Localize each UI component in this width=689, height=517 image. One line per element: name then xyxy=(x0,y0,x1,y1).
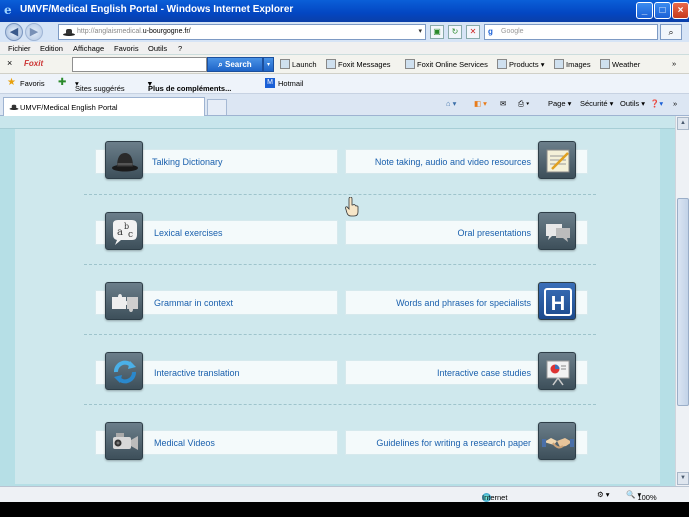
notepad-icon[interactable] xyxy=(538,141,576,179)
top-strip xyxy=(0,116,675,129)
mail-icon[interactable]: ✉ xyxy=(500,99,506,108)
google-icon: g xyxy=(488,27,493,36)
favorites-button[interactable]: Favoris xyxy=(20,79,45,88)
handshake-icon[interactable] xyxy=(538,422,576,460)
launch-icon xyxy=(280,59,290,69)
menu-favoris[interactable]: Favoris xyxy=(114,44,139,53)
maximize-button[interactable]: □ xyxy=(654,2,671,19)
menu-affichage[interactable]: Affichage xyxy=(73,44,104,53)
protected-mode-icon[interactable]: ⚙ ▾ xyxy=(597,490,610,499)
row-divider xyxy=(84,264,596,265)
row-divider xyxy=(84,334,596,335)
menu-help[interactable]: ? xyxy=(178,44,182,53)
foxit-weather[interactable]: Weather xyxy=(600,59,640,69)
refresh-arrows-icon[interactable] xyxy=(105,352,143,390)
new-tab-button[interactable] xyxy=(207,99,227,115)
address-bar[interactable]: http://anglaismedical.u-bourgogne.fr/ ▾ xyxy=(58,24,426,40)
hotmail-link[interactable]: Hotmail xyxy=(278,79,303,88)
window-title: UMVF/Medical English Portal - Windows In… xyxy=(20,4,294,15)
scroll-down-icon[interactable]: ▼ xyxy=(677,472,689,485)
vertical-scrollbar[interactable]: ▲ ▼ xyxy=(675,116,689,486)
print-icon[interactable]: ⎙ ▾ xyxy=(518,99,529,109)
compatibility-view-icon[interactable]: ▣ xyxy=(430,25,444,39)
status-bar: Internet ⚙ ▾ 🔍 100% ▾ xyxy=(0,486,689,502)
svg-text:a: a xyxy=(117,227,123,238)
foxit-search-dropdown[interactable]: ▾ xyxy=(263,57,274,72)
products-icon xyxy=(497,59,507,69)
page-content: Talking Dictionary Note taking, audio an… xyxy=(0,116,675,486)
online-services-icon xyxy=(405,59,415,69)
foxit-search-button[interactable]: ⌕ Search xyxy=(207,57,263,72)
foxit-launch[interactable]: Launch xyxy=(280,59,317,69)
page-menu[interactable]: Page ▾ xyxy=(548,99,571,108)
commandbar-overflow-icon[interactable]: » xyxy=(673,99,677,108)
row-divider xyxy=(84,404,596,405)
forward-button[interactable]: ▶ xyxy=(25,23,43,41)
messages-icon xyxy=(326,59,336,69)
home-icon[interactable]: ⌂ ▾ xyxy=(446,99,456,108)
help-icon[interactable]: ❓▾ xyxy=(650,99,663,108)
more-addons[interactable]: Plus de compléments... ▾ xyxy=(148,79,231,93)
menu-bar: Fichier Edition Affichage Favoris Outils… xyxy=(0,42,689,55)
weather-icon xyxy=(600,59,610,69)
foxit-logo[interactable]: Foxit xyxy=(24,59,43,68)
menu-edition[interactable]: Edition xyxy=(40,44,63,53)
add-favorite-icon[interactable]: ✚ xyxy=(58,77,66,88)
feeds-icon[interactable]: ◧ ▾ xyxy=(474,99,487,108)
presentation-board-icon[interactable] xyxy=(538,352,576,390)
speech-bubbles-icon[interactable] xyxy=(538,212,576,250)
zoom-level[interactable]: 🔍 100% ▾ xyxy=(626,490,657,502)
menu-outils[interactable]: Outils xyxy=(148,44,167,53)
tab-favicon-icon xyxy=(9,104,19,110)
refresh-icon[interactable]: ↻ xyxy=(448,25,462,39)
foxit-products[interactable]: Products ▾ xyxy=(497,59,544,69)
scroll-up-icon[interactable]: ▲ xyxy=(677,117,689,130)
bowler-hat-icon[interactable] xyxy=(105,141,143,179)
puzzle-pieces-icon[interactable] xyxy=(105,282,143,320)
menu-fichier[interactable]: Fichier xyxy=(8,44,31,53)
hospital-sign-icon[interactable]: H xyxy=(538,282,576,320)
search-button[interactable]: ⌕ xyxy=(660,24,682,40)
minimize-button[interactable]: _ xyxy=(636,2,653,19)
scroll-thumb[interactable] xyxy=(677,198,689,406)
foxit-search-input[interactable] xyxy=(72,57,207,72)
stop-icon[interactable]: ✕ xyxy=(466,25,480,39)
close-button[interactable]: × xyxy=(672,2,689,19)
back-button[interactable]: ◀ xyxy=(5,23,23,41)
abc-speech-bubble-icon[interactable]: a b c xyxy=(105,212,143,250)
toolbar-overflow-icon[interactable]: » xyxy=(672,59,676,68)
hotmail-icon: M xyxy=(265,78,275,88)
foxit-messages[interactable]: Foxit Messages xyxy=(326,59,391,69)
svg-text:H: H xyxy=(551,293,565,315)
svg-text:c: c xyxy=(128,230,133,240)
security-menu[interactable]: Sécurité ▾ xyxy=(580,99,613,108)
foxit-toolbar: × Foxit ⌕ Search ▾ Launch Foxit Messages… xyxy=(0,55,689,74)
tools-menu[interactable]: Outils ▾ xyxy=(620,99,645,108)
foxit-close-icon[interactable]: × xyxy=(7,58,12,68)
row-divider xyxy=(84,194,596,195)
window-title-bar: e UMVF/Medical English Portal - Windows … xyxy=(0,0,689,22)
favorites-star-icon: ★ xyxy=(7,77,16,88)
tab-bar: UMVF/Medical English Portal ⌂ ▾ ◧ ▾ ✉ ⎙ … xyxy=(0,94,689,116)
address-url: http://anglaismedical.u-bourgogne.fr/ xyxy=(77,28,191,35)
search-input[interactable]: g Google xyxy=(484,24,658,40)
suggested-sites[interactable]: Sites suggérés ▾ xyxy=(75,79,125,93)
favorites-bar: ★ Favoris ✚ Sites suggérés ▾ Plus de com… xyxy=(0,74,689,94)
tab-umvf-portal[interactable]: UMVF/Medical English Portal xyxy=(3,97,205,116)
site-favicon-icon xyxy=(63,29,75,36)
video-camera-icon[interactable] xyxy=(105,422,143,460)
images-icon xyxy=(554,59,564,69)
foxit-images[interactable]: Images xyxy=(554,59,591,69)
desktop-background xyxy=(0,502,689,517)
ie-logo-icon: e xyxy=(4,3,12,17)
address-toolbar: ◀ ▶ http://anglaismedical.u-bourgogne.fr… xyxy=(0,22,689,42)
address-dropdown-icon[interactable]: ▾ xyxy=(418,27,422,35)
foxit-online-services[interactable]: Foxit Online Services xyxy=(405,59,488,69)
hand-cursor-icon xyxy=(345,197,359,217)
